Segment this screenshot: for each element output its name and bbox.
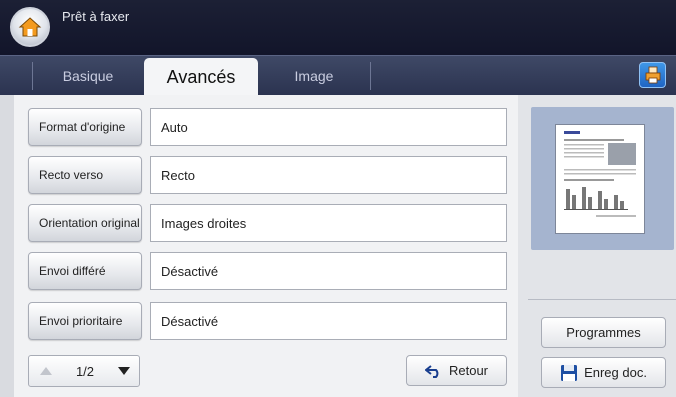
document-preview-thumbnail (555, 124, 645, 234)
page-title: Prêt à faxer (62, 9, 130, 24)
job-status-button[interactable] (639, 62, 666, 88)
back-button[interactable]: Retour (406, 355, 507, 386)
back-label: Retour (448, 363, 489, 378)
document-thumbnail-image (564, 131, 636, 217)
save-disk-icon (561, 364, 578, 381)
triangle-down-icon (117, 367, 130, 375)
original-format-button[interactable]: Format d'origine (28, 108, 142, 146)
tab-avances[interactable]: Avancés (144, 58, 258, 96)
delayed-send-button[interactable]: Envoi différé (28, 252, 142, 290)
original-orientation-value: Images droites (150, 204, 507, 242)
page-indicator: 1/2 (75, 363, 95, 379)
page-down-button[interactable] (107, 356, 140, 386)
tab-bar: Basique Avancés Image (0, 55, 676, 96)
undo-icon (424, 364, 439, 378)
priority-send-value: Désactivé (150, 302, 507, 340)
printer-icon (645, 66, 660, 84)
tab-basique[interactable]: Basique (33, 56, 143, 96)
triangle-up-icon (40, 367, 52, 375)
programs-label: Programmes (566, 325, 641, 340)
duplex-button[interactable]: Recto verso (28, 156, 142, 194)
side-divider (528, 299, 676, 300)
tab-image[interactable]: Image (258, 56, 370, 96)
programs-button[interactable]: Programmes (541, 317, 666, 348)
title-bar: Prêt à faxer (0, 0, 676, 55)
original-orientation-button[interactable]: Orientation original (28, 204, 142, 242)
tab-separator (370, 62, 371, 90)
save-document-button[interactable]: Enreg doc. (541, 357, 666, 388)
save-document-label: Enreg doc. (584, 365, 647, 380)
original-format-value: Auto (150, 108, 507, 146)
home-icon (18, 17, 42, 37)
fax-screen: Prêt à faxer Basique Avancés Image Forma… (0, 0, 676, 397)
page-up-button[interactable] (29, 356, 63, 386)
duplex-value: Recto (150, 156, 507, 194)
priority-send-button[interactable]: Envoi prioritaire (28, 302, 142, 340)
left-strip (0, 95, 14, 397)
home-button[interactable] (10, 7, 50, 47)
pager: 1/2 (28, 355, 140, 387)
delayed-send-value: Désactivé (150, 252, 507, 290)
